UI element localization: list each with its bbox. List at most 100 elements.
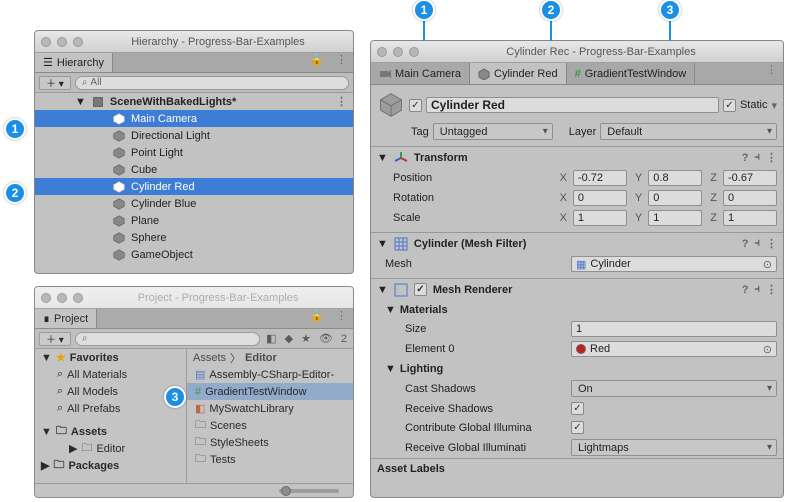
hierarchy-item-cylinder-red[interactable]: Cylinder Red	[35, 178, 353, 195]
window-min-icon[interactable]	[57, 37, 67, 47]
favorite-item[interactable]: ⌕All Materials	[35, 366, 186, 383]
project-tab[interactable]: ∎ Project	[35, 309, 97, 328]
scale-x[interactable]: 1	[573, 210, 627, 226]
tag-dropdown[interactable]: Untagged	[433, 123, 553, 140]
window-min-icon[interactable]	[57, 293, 67, 303]
materials-size-field[interactable]: 1	[571, 321, 777, 337]
hierarchy-item[interactable]: Cylinder Blue	[35, 195, 353, 212]
favorite-icon[interactable]: ★	[299, 332, 313, 345]
favorite-item[interactable]: ⌕All Prefabs	[35, 400, 186, 417]
scale-z[interactable]: 1	[723, 210, 777, 226]
layer-dropdown[interactable]: Default	[600, 123, 777, 140]
window-close-icon[interactable]	[41, 293, 51, 303]
lock-icon[interactable]: 🔒	[304, 53, 330, 72]
hierarchy-tab[interactable]: ☰ Hierarchy	[35, 53, 113, 72]
scene-menu-icon[interactable]: ⋮	[336, 95, 353, 108]
tab-menu-icon[interactable]: ⋮	[330, 309, 353, 328]
tab-main-camera[interactable]: Main Camera	[371, 63, 470, 84]
preset-icon[interactable]: ⫞	[755, 237, 761, 250]
inspector-titlebar[interactable]: Cylinder Rec - Progress-Bar-Examples	[371, 41, 783, 63]
gameobject-name-field[interactable]: Cylinder Red	[426, 97, 719, 113]
hidden-icon[interactable]: 👁	[317, 332, 335, 345]
foldout-icon[interactable]: ▼	[75, 96, 86, 108]
menu-icon[interactable]: ⋮	[766, 237, 777, 250]
object-picker-icon[interactable]: ⊙	[763, 343, 772, 356]
foldout-icon[interactable]: ▼	[377, 304, 396, 316]
rotation-z[interactable]: 0	[723, 190, 777, 206]
object-picker-icon[interactable]: ⊙	[763, 258, 772, 271]
assets-child[interactable]: ▶🗀Editor	[35, 440, 186, 457]
foldout-icon[interactable]: ▼	[377, 152, 388, 164]
foldout-icon[interactable]: ▼	[377, 363, 396, 375]
hierarchy-item[interactable]: Directional Light	[35, 127, 353, 144]
project-search[interactable]: ⌕	[75, 332, 260, 346]
rotation-x[interactable]: 0	[573, 190, 627, 206]
foldout-icon[interactable]: ▼	[41, 426, 52, 438]
tab-gradient-test[interactable]: #GradientTestWindow	[567, 63, 696, 84]
tab-menu-icon[interactable]: ⋮	[760, 63, 783, 84]
project-add-dropdown[interactable]: ＋ ▾	[39, 332, 71, 346]
project-breadcrumb[interactable]: Assets〉Editor	[187, 349, 353, 366]
menu-icon[interactable]: ⋮	[766, 283, 777, 296]
project-titlebar[interactable]: Project - Progress-Bar-Examples	[35, 287, 353, 309]
file-item[interactable]: 🗀Scenes	[187, 417, 353, 434]
window-max-icon[interactable]	[409, 47, 419, 57]
preset-icon[interactable]: ⫞	[755, 151, 761, 164]
mesh-renderer-header[interactable]: ▼✓Mesh Renderer?⫞⋮	[371, 279, 783, 300]
foldout-icon[interactable]: ▼	[377, 284, 388, 296]
window-max-icon[interactable]	[73, 293, 83, 303]
materials-header[interactable]: Materials	[400, 304, 448, 316]
hierarchy-item[interactable]: GameObject	[35, 246, 353, 263]
hierarchy-titlebar[interactable]: Hierarchy - Progress-Bar-Examples	[35, 31, 353, 53]
lock-icon[interactable]: 🔒	[304, 309, 330, 328]
position-z[interactable]: -0.67	[723, 170, 777, 186]
preset-icon[interactable]: ⫞	[755, 283, 761, 296]
static-checkbox[interactable]: ✓	[723, 99, 736, 112]
hierarchy-item[interactable]: Point Light	[35, 144, 353, 161]
file-item[interactable]: 🗀StyleSheets	[187, 434, 353, 451]
mesh-renderer-enabled-checkbox[interactable]: ✓	[414, 283, 427, 296]
assets-header[interactable]: ▼🗀Assets	[35, 423, 186, 440]
hierarchy-item[interactable]: Cube	[35, 161, 353, 178]
rotation-y[interactable]: 0	[648, 190, 702, 206]
mesh-filter-header[interactable]: ▼Cylinder (Mesh Filter)?⫞⋮	[371, 233, 783, 254]
crumb-child[interactable]: Editor	[245, 352, 277, 364]
hierarchy-add-dropdown[interactable]: ＋ ▾	[39, 76, 71, 90]
zoom-slider[interactable]	[279, 489, 339, 493]
window-max-icon[interactable]	[73, 37, 83, 47]
hierarchy-search[interactable]: ⌕ All	[75, 76, 349, 90]
receive-gi-dropdown[interactable]: Lightmaps	[571, 439, 777, 456]
window-close-icon[interactable]	[377, 47, 387, 57]
window-min-icon[interactable]	[393, 47, 403, 57]
hierarchy-item[interactable]: Plane	[35, 212, 353, 229]
file-item[interactable]: ◧MySwatchLibrary	[187, 400, 353, 417]
help-icon[interactable]: ?	[742, 284, 749, 296]
scene-row[interactable]: ▼ SceneWithBakedLights* ⋮	[35, 93, 353, 110]
hierarchy-item-main-camera[interactable]: Main Camera	[35, 110, 353, 127]
favorites-header[interactable]: ▼★Favorites	[35, 349, 186, 366]
packages-header[interactable]: ▶🗀Packages	[35, 457, 186, 474]
filter-label-icon[interactable]: ◆	[283, 332, 295, 345]
foldout-icon[interactable]: ▼	[377, 238, 388, 250]
gameobject-enabled-checkbox[interactable]: ✓	[409, 99, 422, 112]
gameobject-icon[interactable]	[377, 91, 405, 119]
foldout-icon[interactable]: ▶	[41, 459, 49, 472]
tab-cylinder-red[interactable]: Cylinder Red	[470, 63, 567, 84]
mesh-field[interactable]: ▦Cylinder⊙	[571, 256, 777, 272]
hierarchy-item[interactable]: Sphere	[35, 229, 353, 246]
tab-menu-icon[interactable]: ⋮	[330, 53, 353, 72]
file-item[interactable]: ▤Assembly-CSharp-Editor-	[187, 366, 353, 383]
window-close-icon[interactable]	[41, 37, 51, 47]
transform-header[interactable]: ▼ Transform ?⫞⋮	[371, 147, 783, 168]
position-x[interactable]: -0.72	[573, 170, 627, 186]
position-y[interactable]: 0.8	[648, 170, 702, 186]
crumb-root[interactable]: Assets	[193, 352, 226, 364]
contribute-gi-checkbox[interactable]: ✓	[571, 421, 584, 434]
material-element0-field[interactable]: Red⊙	[571, 341, 777, 357]
foldout-icon[interactable]: ▼	[41, 352, 52, 364]
help-icon[interactable]: ?	[742, 238, 749, 250]
asset-labels-header[interactable]: Asset Labels	[371, 458, 783, 479]
file-item[interactable]: 🗀Tests	[187, 451, 353, 468]
scale-y[interactable]: 1	[648, 210, 702, 226]
help-icon[interactable]: ?	[742, 152, 749, 164]
